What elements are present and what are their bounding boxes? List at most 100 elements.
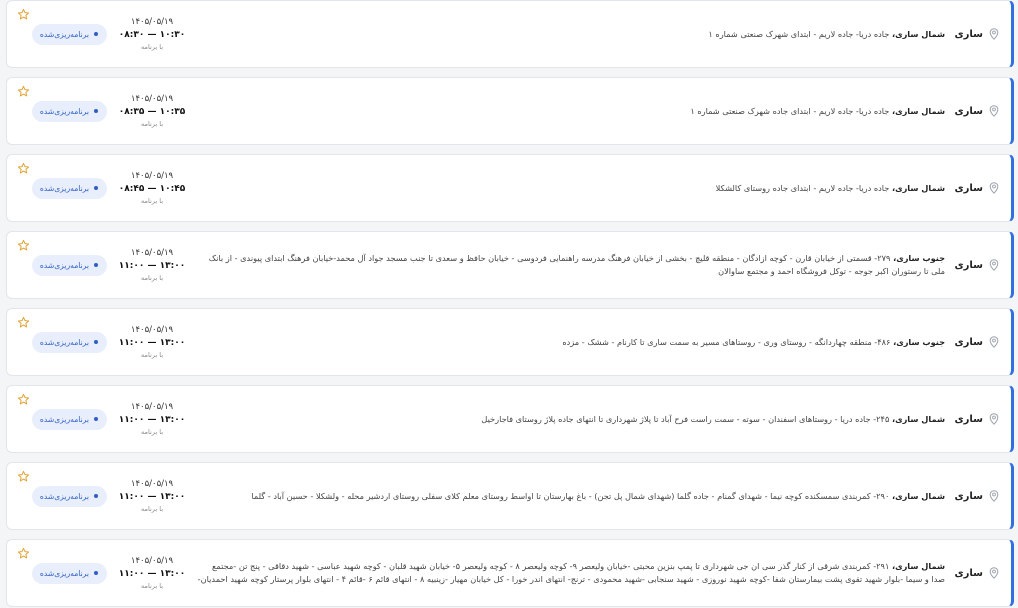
city-cell: ساری xyxy=(954,540,1011,606)
area-details: ۴۸۶- منطقه چهاردانگه - روستای وری - روست… xyxy=(562,336,891,347)
outage-date: ۱۴۰۵/۰۵/۱۹ xyxy=(130,479,174,489)
status-badge: برنامه‌ریزی‌شده xyxy=(31,100,107,122)
area-details: ۲۹۰- کمربندی سمسکنده کوچه نیما - شهدای گ… xyxy=(251,490,890,501)
star-outline-icon[interactable] xyxy=(17,162,30,175)
schedule-note: با برنامه xyxy=(141,428,164,436)
map-pin-icon xyxy=(989,490,999,502)
map-pin-icon xyxy=(989,567,999,579)
outage-area-description: جنوب ساری، ۴۸۶- منطقه چهاردانگه - روستای… xyxy=(197,336,955,349)
schedule-note: با برنامه xyxy=(141,351,164,359)
city-cell: ساری xyxy=(954,155,1011,221)
outage-date: ۱۴۰۵/۰۵/۱۹ xyxy=(130,556,174,566)
schedule-note: با برنامه xyxy=(141,120,164,128)
outage-time-range: ۱۱:۰۰ — ۱۳:۰۰ xyxy=(118,261,186,271)
outage-area-description: شمال ساری، ۲۴۵- جاده دریا - روستاهای اسف… xyxy=(197,413,955,426)
outage-area-description: جنوب ساری، ۲۷۹- قسمتی از خیابان قارن - ک… xyxy=(197,252,955,278)
outage-card[interactable]: ساری شمال ساری، جاده دریا- جاده لاریم - … xyxy=(6,154,1014,222)
city-cell: ساری xyxy=(954,78,1011,144)
status-cell: برنامه‌ریزی‌شده xyxy=(7,78,107,144)
time-cell: ۱۴۰۵/۰۵/۱۹ ۰۸:۳۰ — ۱۰:۳۰ با برنامه xyxy=(107,17,197,51)
status-cell: برنامه‌ریزی‌شده xyxy=(7,309,107,375)
status-badge: برنامه‌ریزی‌شده xyxy=(31,485,107,507)
area-details: جاده دریا- جاده لاریم - ابتدای شهرک صنعت… xyxy=(708,28,890,39)
city-cell: ساری xyxy=(954,232,1011,298)
area-details: ۲۷۹- قسمتی از خیابان قارن - کوچه ازادگان… xyxy=(208,253,945,276)
time-cell: ۱۴۰۵/۰۵/۱۹ ۱۱:۰۰ — ۱۳:۰۰ با برنامه xyxy=(107,248,197,282)
time-cell: ۱۴۰۵/۰۵/۱۹ ۱۱:۰۰ — ۱۳:۰۰ با برنامه xyxy=(107,402,197,436)
map-pin-icon xyxy=(989,336,999,348)
star-outline-icon[interactable] xyxy=(17,316,30,329)
star-outline-icon[interactable] xyxy=(17,85,30,98)
schedule-note: با برنامه xyxy=(141,274,164,282)
city-name: ساری xyxy=(954,259,983,271)
status-badge: برنامه‌ریزی‌شده xyxy=(31,23,107,45)
outage-card[interactable]: ساری شمال ساری، جاده دریا- جاده لاریم - … xyxy=(6,0,1014,68)
schedule-note: با برنامه xyxy=(141,43,164,51)
area-label: شمال ساری، xyxy=(891,182,945,193)
outage-area-description: شمال ساری، ۲۹۰- کمربندی سمسکنده کوچه نیم… xyxy=(197,490,955,503)
area-details: جاده دریا- جاده لاریم - ابتدای جاده شهرک… xyxy=(690,105,890,116)
status-label: برنامه‌ریزی‌شده xyxy=(39,337,89,347)
outage-schedule-list: ساری شمال ساری، جاده دریا- جاده لاریم - … xyxy=(0,0,1018,608)
outage-area-description: شمال ساری، جاده دریا- جاده لاریم - ابتدا… xyxy=(197,105,955,118)
schedule-note: با برنامه xyxy=(141,582,164,590)
outage-time-range: ۱۱:۰۰ — ۱۳:۰۰ xyxy=(118,569,186,579)
outage-date: ۱۴۰۵/۰۵/۱۹ xyxy=(130,325,174,335)
outage-date: ۱۴۰۵/۰۵/۱۹ xyxy=(130,171,174,181)
status-dot xyxy=(94,494,98,498)
outage-time-range: ۱۱:۰۰ — ۱۳:۰۰ xyxy=(118,492,186,502)
outage-date: ۱۴۰۵/۰۵/۱۹ xyxy=(130,402,174,412)
status-label: برنامه‌ریزی‌شده xyxy=(39,183,89,193)
status-dot xyxy=(94,109,98,113)
map-pin-icon xyxy=(989,28,999,40)
outage-card[interactable]: ساری شمال ساری، ۲۹۰- کمربندی سمسکنده کوچ… xyxy=(6,462,1014,530)
city-cell: ساری xyxy=(954,386,1011,452)
outage-time-range: ۰۸:۳۰ — ۱۰:۳۰ xyxy=(118,30,186,40)
status-label: برنامه‌ریزی‌شده xyxy=(39,414,89,424)
status-dot xyxy=(94,571,98,575)
status-cell: برنامه‌ریزی‌شده xyxy=(7,386,107,452)
outage-time-range: ۱۱:۰۰ — ۱۳:۰۰ xyxy=(118,415,186,425)
time-cell: ۱۴۰۵/۰۵/۱۹ ۱۱:۰۰ — ۱۳:۰۰ با برنامه xyxy=(107,325,197,359)
star-outline-icon[interactable] xyxy=(17,470,30,483)
city-name: ساری xyxy=(954,28,983,40)
map-pin-icon xyxy=(989,413,999,425)
map-pin-icon xyxy=(989,182,999,194)
area-label: شمال ساری، xyxy=(891,105,945,116)
outage-card[interactable]: ساری شمال ساری، جاده دریا- جاده لاریم - … xyxy=(6,77,1014,145)
status-label: برنامه‌ریزی‌شده xyxy=(39,568,89,578)
status-cell: برنامه‌ریزی‌شده xyxy=(7,1,107,67)
star-outline-icon[interactable] xyxy=(17,393,30,406)
status-dot xyxy=(94,340,98,344)
status-badge: برنامه‌ریزی‌شده xyxy=(31,408,107,430)
area-details: ۲۴۵- جاده دریا - روستاهای اسفندان - سوته… xyxy=(481,413,890,424)
outage-area-description: شمال ساری، جاده دریا- جاده لاریم - ابتدا… xyxy=(197,182,955,195)
outage-card[interactable]: ساری شمال ساری، ۲۹۱- کمربندی شرقی از کنا… xyxy=(6,539,1014,607)
city-name: ساری xyxy=(954,182,983,194)
time-cell: ۱۴۰۵/۰۵/۱۹ ۰۸:۴۵ — ۱۰:۴۵ با برنامه xyxy=(107,171,197,205)
outage-date: ۱۴۰۵/۰۵/۱۹ xyxy=(130,17,174,27)
outage-area-description: شمال ساری، ۲۹۱- کمربندی شرقی از کنار گذر… xyxy=(197,560,955,586)
status-dot xyxy=(94,417,98,421)
outage-card[interactable]: ساری جنوب ساری، ۴۸۶- منطقه چهاردانگه - ر… xyxy=(6,308,1014,376)
star-outline-icon[interactable] xyxy=(17,239,30,252)
status-badge: برنامه‌ریزی‌شده xyxy=(31,254,107,276)
status-label: برنامه‌ریزی‌شده xyxy=(39,260,89,270)
time-cell: ۱۴۰۵/۰۵/۱۹ ۰۸:۳۵ — ۱۰:۳۵ با برنامه xyxy=(107,94,197,128)
city-cell: ساری xyxy=(954,309,1011,375)
map-pin-icon xyxy=(989,105,999,117)
schedule-note: با برنامه xyxy=(141,505,164,513)
status-dot xyxy=(94,263,98,267)
outage-area-description: شمال ساری، جاده دریا- جاده لاریم - ابتدا… xyxy=(197,28,955,41)
outage-card[interactable]: ساری جنوب ساری، ۲۷۹- قسمتی از خیابان قار… xyxy=(6,231,1014,299)
status-badge: برنامه‌ریزی‌شده xyxy=(31,331,107,353)
status-label: برنامه‌ریزی‌شده xyxy=(39,491,89,501)
star-outline-icon[interactable] xyxy=(17,8,30,21)
time-cell: ۱۴۰۵/۰۵/۱۹ ۱۱:۰۰ — ۱۳:۰۰ با برنامه xyxy=(107,479,197,513)
city-name: ساری xyxy=(954,413,983,425)
outage-card[interactable]: ساری شمال ساری، ۲۴۵- جاده دریا - روستاها… xyxy=(6,385,1014,453)
status-badge: برنامه‌ریزی‌شده xyxy=(31,562,107,584)
outage-time-range: ۰۸:۴۵ — ۱۰:۴۵ xyxy=(118,184,186,194)
city-name: ساری xyxy=(954,105,983,117)
star-outline-icon[interactable] xyxy=(17,547,30,560)
